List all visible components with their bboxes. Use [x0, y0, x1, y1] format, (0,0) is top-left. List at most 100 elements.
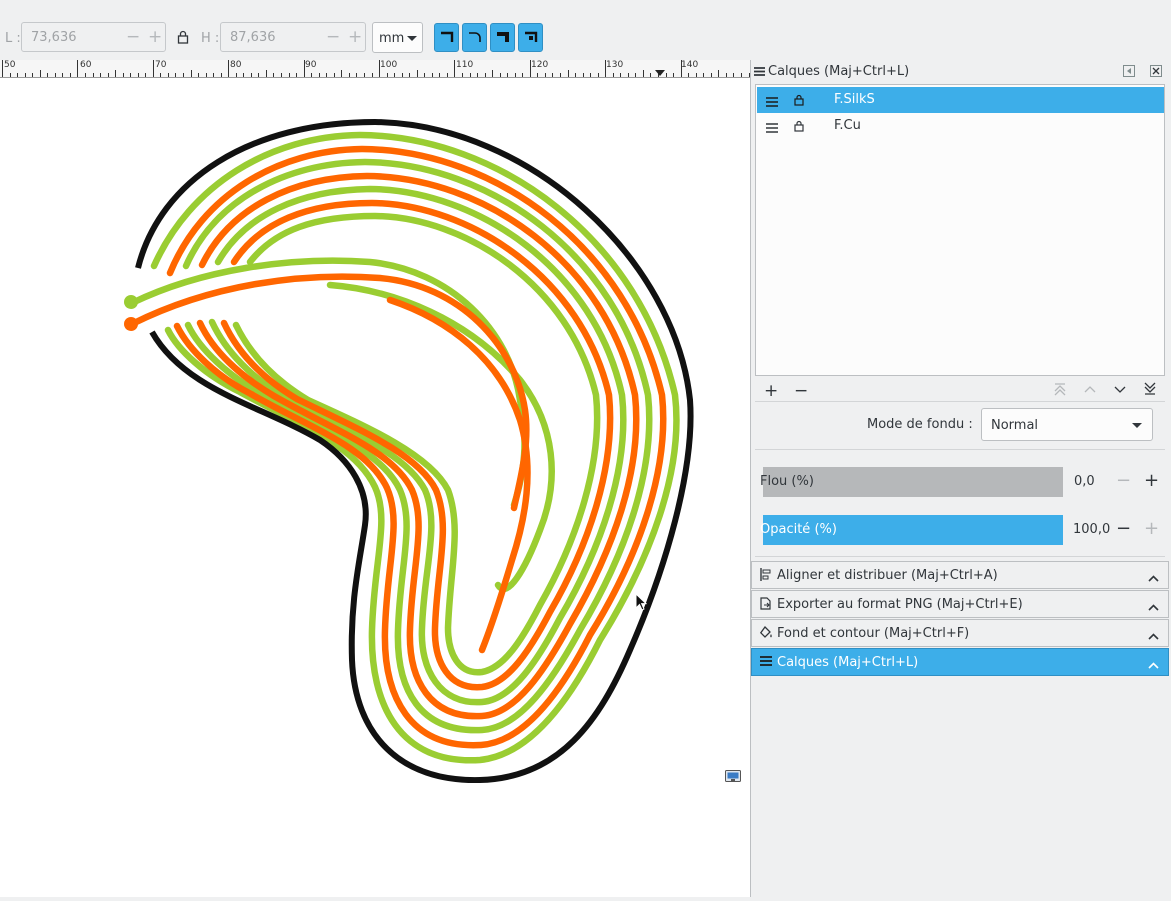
ruler-tick [2, 60, 3, 77]
width-decrement-button[interactable]: − [126, 27, 140, 47]
ruler-tick [492, 70, 494, 77]
ruler-tick [590, 73, 592, 77]
fill-stroke-icon [759, 626, 773, 643]
move-patterns-icon [525, 31, 538, 42]
opacity-value[interactable]: 100,0 [1073, 522, 1110, 537]
layer-row[interactable]: F.SilkS [757, 87, 1164, 113]
width-spinbox[interactable]: 73,636 − + [21, 22, 166, 52]
ruler-tick [311, 73, 313, 77]
chevron-up-icon[interactable] [1148, 658, 1159, 673]
ruler-tick [424, 73, 426, 77]
drawing-canvas[interactable] [0, 78, 750, 897]
layer-visibility-icon[interactable] [766, 122, 778, 137]
ruler-tick [39, 70, 41, 77]
ruler-tick [24, 73, 26, 77]
ruler-tick [695, 73, 697, 77]
remove-layer-button[interactable]: − [794, 381, 808, 401]
opacity-decrement-button[interactable]: − [1116, 519, 1131, 539]
move-layer-up-icon[interactable] [1083, 382, 1097, 400]
ruler-tick [537, 73, 539, 77]
separator [755, 401, 1165, 402]
ruler-tick [733, 73, 735, 77]
layer-lock-icon[interactable] [794, 94, 804, 110]
layer-name[interactable]: F.Cu [834, 118, 861, 133]
blur-slider[interactable]: Flou (%) [760, 467, 1063, 497]
dock-tab-fill-stroke[interactable]: Fond et contour (Maj+Ctrl+F) [751, 619, 1169, 647]
layer-lock-icon[interactable] [794, 120, 804, 136]
ruler-tick [32, 73, 34, 77]
height-increment-button[interactable]: + [348, 27, 362, 47]
ruler-tick [673, 73, 675, 77]
blur-value[interactable]: 0,0 [1074, 474, 1095, 489]
height-spinbox[interactable]: 87,636 − + [220, 22, 366, 52]
ruler-tick [461, 73, 463, 77]
panel-divider[interactable] [750, 60, 751, 897]
move-layer-bottom-icon[interactable] [1143, 382, 1157, 400]
height-decrement-button[interactable]: − [326, 27, 340, 47]
ruler-tick [213, 73, 215, 77]
layer-name[interactable]: F.SilkS [834, 92, 875, 107]
ruler-tick [688, 73, 690, 77]
layer-visibility-icon[interactable] [766, 96, 778, 111]
ruler-marker-icon [655, 70, 665, 76]
ruler-tick [409, 73, 411, 77]
height-value[interactable]: 87,636 [230, 30, 276, 45]
panel-iconify-icon[interactable] [1123, 65, 1135, 81]
chevron-up-icon[interactable] [1148, 571, 1159, 586]
green-pad[interactable] [124, 295, 138, 309]
horizontal-ruler[interactable]: 50 60 70 80 90 100 110 120 130 140 [0, 60, 750, 78]
ruler-tick [145, 73, 147, 77]
dock-tab-label: Aligner et distribuer (Maj+Ctrl+A) [777, 568, 998, 583]
ruler-tick [680, 60, 682, 77]
display-mode-icon[interactable] [725, 770, 741, 782]
opacity-slider[interactable]: Opacité (%) [760, 515, 1063, 545]
ruler-label: 100 [380, 60, 398, 70]
opacity-increment-button[interactable]: + [1144, 519, 1159, 539]
ruler-tick [394, 73, 396, 77]
add-layer-button[interactable]: + [764, 381, 778, 401]
ruler-tick [507, 73, 509, 77]
unit-value: mm [379, 31, 405, 46]
artwork[interactable] [0, 78, 750, 897]
ruler-tick [348, 73, 350, 77]
ruler-label: 70 [155, 60, 167, 70]
blend-mode-label: Mode de fondu : [867, 417, 973, 432]
dock-tab-align[interactable]: Aligner et distribuer (Maj+Ctrl+A) [751, 561, 1169, 589]
ruler-tick [17, 73, 19, 77]
ruler-tick [250, 73, 252, 77]
layer-list[interactable]: F.SilkS F.Cu [755, 84, 1165, 376]
blend-mode-dropdown[interactable]: Normal [981, 408, 1153, 441]
dock-tab-export-png[interactable]: Exporter au format PNG (Maj+Ctrl+E) [751, 590, 1169, 618]
opacity-label: Opacité (%) [760, 522, 837, 537]
blur-decrement-button[interactable]: − [1116, 471, 1131, 491]
width-increment-button[interactable]: + [148, 27, 162, 47]
dock-tab-layers[interactable]: Calques (Maj+Ctrl+L) [751, 648, 1169, 676]
ruler-tick [296, 73, 298, 77]
ruler-tick [122, 73, 124, 77]
orange-pad[interactable] [124, 317, 138, 331]
align-icon [760, 568, 772, 585]
ruler-tick [281, 73, 282, 77]
layer-row[interactable]: F.Cu [757, 113, 1164, 139]
ruler-tick [235, 73, 237, 77]
move-patterns-button[interactable] [518, 23, 543, 52]
dock-tab-label: Calques (Maj+Ctrl+L) [777, 655, 919, 670]
chevron-up-icon[interactable] [1148, 600, 1159, 615]
scale-corners-button[interactable] [462, 23, 487, 52]
move-layer-top-icon[interactable] [1053, 382, 1067, 400]
move-layer-down-icon[interactable] [1113, 382, 1127, 400]
width-value[interactable]: 73,636 [31, 30, 77, 45]
chevron-up-icon[interactable] [1148, 629, 1159, 644]
panel-close-icon[interactable] [1150, 65, 1162, 81]
ruler-label: 120 [531, 60, 549, 70]
unit-dropdown[interactable]: mm [372, 22, 423, 53]
green-traces[interactable] [128, 131, 680, 764]
blur-increment-button[interactable]: + [1144, 471, 1159, 491]
lock-ratio-icon[interactable] [177, 30, 189, 48]
ruler-tick [183, 73, 184, 77]
scale-stroke-button[interactable] [434, 23, 459, 52]
move-gradients-button[interactable] [490, 23, 515, 52]
ruler-tick [627, 73, 629, 77]
ruler-tick [258, 73, 260, 77]
blur-label: Flou (%) [760, 474, 814, 489]
